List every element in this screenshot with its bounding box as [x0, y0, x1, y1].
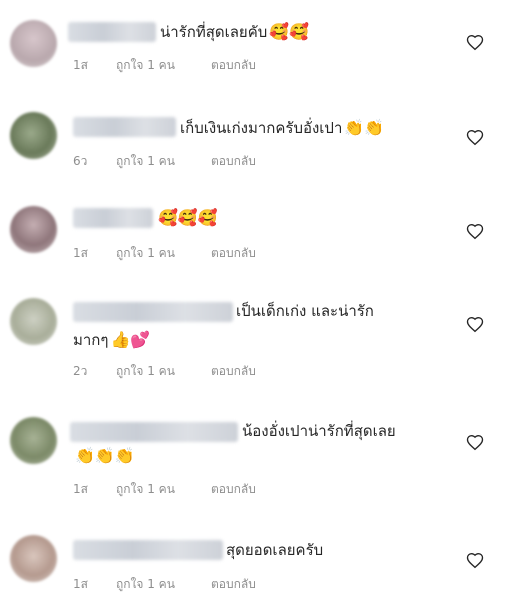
smiling-hearts-emoji: 🥰🥰	[269, 22, 310, 41]
comment-time: 1ส	[73, 246, 88, 260]
heart-icon[interactable]	[466, 434, 484, 452]
smiling-hearts-emoji: 🥰🥰🥰	[158, 208, 218, 227]
username-blurred[interactable]	[73, 208, 153, 228]
heart-icon[interactable]	[466, 223, 484, 241]
comment-meta: 1ส ถูกใจ 1 คน ตอบกลับ	[73, 244, 256, 263]
username-blurred[interactable]	[73, 117, 176, 137]
avatar[interactable]	[10, 206, 57, 253]
clapping-hands-emoji: 👏👏	[344, 118, 385, 137]
username-blurred[interactable]	[68, 22, 156, 42]
username-blurred[interactable]	[70, 422, 238, 442]
comment-text-continued: 👏👏👏	[73, 442, 135, 470]
username-blurred[interactable]	[73, 540, 223, 560]
reply-link[interactable]: ตอบกลับ	[211, 575, 256, 594]
reply-link[interactable]: ตอบกลับ	[211, 56, 256, 75]
comment-meta: 6ว ถูกใจ 1 คน ตอบกลับ	[73, 152, 256, 171]
likes-count[interactable]: ถูกใจ 1 คน	[116, 480, 211, 499]
comment-meta: 1ส ถูกใจ 1 คน ตอบกลับ	[73, 56, 256, 75]
likes-count[interactable]: ถูกใจ 1 คน	[116, 152, 211, 171]
avatar[interactable]	[10, 112, 57, 159]
likes-count[interactable]: ถูกใจ 1 คน	[116, 575, 211, 594]
comment-text: เป็นเด็กเก่ง และน่ารัก	[236, 302, 374, 320]
username-blurred[interactable]	[73, 302, 233, 322]
clapping-hands-emoji: 👏👏👏	[75, 446, 135, 465]
comment-meta: 1ส ถูกใจ 1 คน ตอบกลับ	[73, 480, 256, 499]
reply-link[interactable]: ตอบกลับ	[211, 362, 256, 381]
avatar[interactable]	[10, 298, 57, 345]
avatar[interactable]	[10, 417, 57, 464]
likes-count[interactable]: ถูกใจ 1 คน	[116, 56, 211, 75]
comment-time: 2ว	[73, 364, 88, 378]
likes-count[interactable]: ถูกใจ 1 คน	[116, 244, 211, 263]
comment-text: สุดยอดเลยครับ	[226, 541, 324, 559]
comment-time: 6ว	[73, 154, 88, 168]
reply-link[interactable]: ตอบกลับ	[211, 244, 256, 263]
thumbs-up-heart-emoji: 👍💕	[110, 330, 151, 349]
reply-link[interactable]: ตอบกลับ	[211, 152, 256, 171]
comment-text-continued: มากๆ 👍💕	[73, 330, 151, 349]
comment-text: น่ารักที่สุดเลยคับ 🥰🥰	[160, 22, 310, 41]
likes-count[interactable]: ถูกใจ 1 คน	[116, 362, 211, 381]
comment-meta: 2ว ถูกใจ 1 คน ตอบกลับ	[73, 362, 256, 381]
comment-time: 1ส	[73, 58, 88, 72]
comment-text: เก็บเงินเก่งมากครับอั่งเปา 👏👏	[180, 118, 385, 137]
heart-icon[interactable]	[466, 316, 484, 334]
reply-link[interactable]: ตอบกลับ	[211, 480, 256, 499]
comment-text: 🥰🥰🥰	[156, 204, 218, 232]
comment-meta: 1ส ถูกใจ 1 คน ตอบกลับ	[73, 575, 256, 594]
comment-text: น้องอั่งเปาน่ารักที่สุดเลย	[242, 422, 396, 440]
heart-icon[interactable]	[466, 552, 484, 570]
comment-time: 1ส	[73, 482, 88, 496]
comment-time: 1ส	[73, 577, 88, 591]
heart-icon[interactable]	[466, 129, 484, 147]
heart-icon[interactable]	[466, 34, 484, 52]
avatar[interactable]	[10, 535, 57, 582]
avatar[interactable]	[10, 20, 57, 67]
